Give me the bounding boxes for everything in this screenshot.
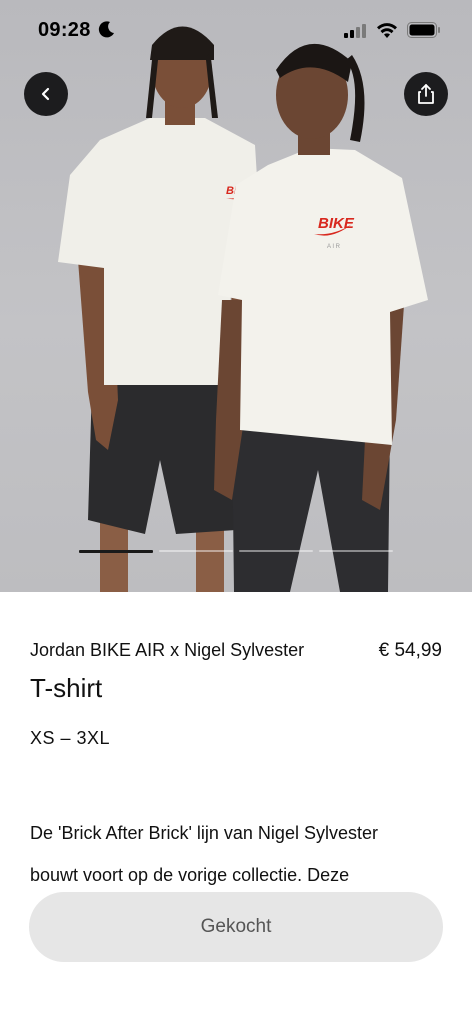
share-icon <box>418 84 434 104</box>
product-price: € 54,99 <box>378 640 442 661</box>
product-title: T-shirt <box>30 673 103 703</box>
product-photo-models: BIKE BIKE A I R <box>58 26 428 592</box>
chevron-left-icon <box>41 87 50 101</box>
description-line: bouwt voort op de vorige collectie. Deze <box>30 865 350 885</box>
description-line: De 'Brick After Brick' lijn van Nigel Sy… <box>30 823 378 843</box>
purchased-button-label: Gekocht <box>200 916 272 937</box>
image-carousel-indicator <box>79 550 393 553</box>
share-button[interactable] <box>404 72 448 116</box>
status-bar: 09:28 <box>0 0 472 60</box>
wifi-icon <box>377 23 397 38</box>
product-brand-line: Jordan BIKE AIR x Nigel Sylvester <box>30 640 305 660</box>
carousel-dot[interactable] <box>79 550 153 553</box>
battery-icon <box>407 22 440 38</box>
size-range: XS – 3XL <box>30 728 111 748</box>
purchased-button[interactable]: Gekocht <box>29 892 443 962</box>
product-description: De 'Brick After Brick' lijn van Nigel Sy… <box>30 812 450 896</box>
svg-text:BIKE: BIKE <box>318 215 355 232</box>
product-header: Jordan BIKE AIR x Nigel Sylvester € 54,9… <box>30 640 442 662</box>
cellular-signal-icon <box>344 24 366 38</box>
moon-icon <box>98 21 114 38</box>
carousel-dot[interactable] <box>319 550 393 552</box>
carousel-dot[interactable] <box>239 550 313 552</box>
status-time: 09:28 <box>38 19 91 41</box>
product-image[interactable]: BIKE BIKE A I R 09:28 <box>0 0 472 592</box>
back-button[interactable] <box>24 72 68 116</box>
svg-text:A I R: A I R <box>327 244 341 250</box>
carousel-dot[interactable] <box>159 550 233 552</box>
